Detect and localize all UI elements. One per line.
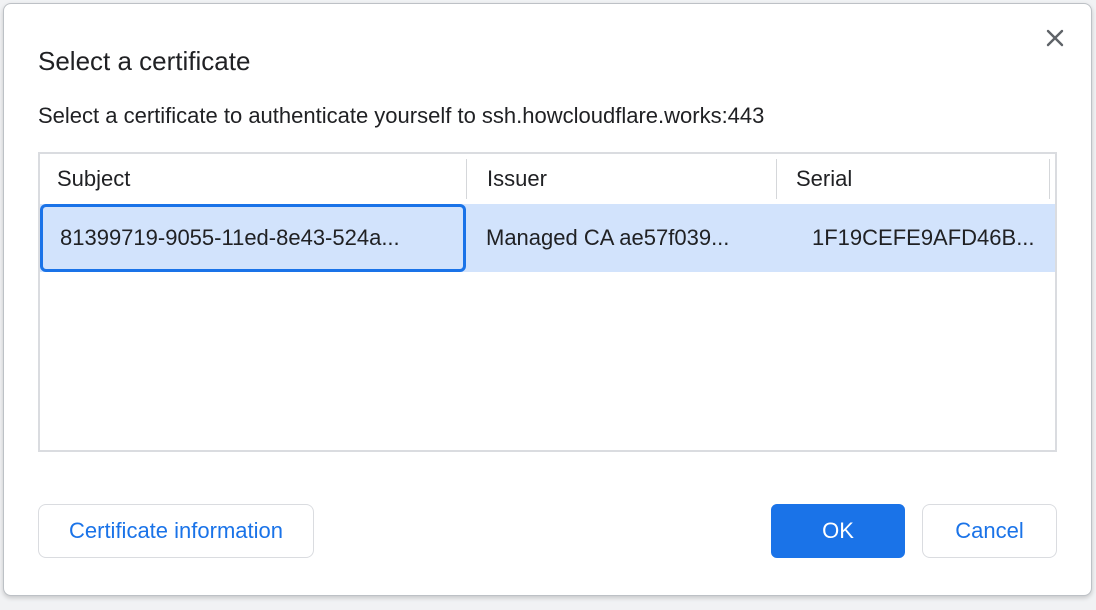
certificate-table: Subject Issuer Serial 81399719-9055-11ed… bbox=[38, 152, 1057, 452]
cell-issuer: Managed CA ae57f039... bbox=[466, 204, 776, 272]
column-header-subject: Subject bbox=[40, 159, 466, 199]
certificate-select-dialog: Select a certificate Select a certificat… bbox=[3, 3, 1092, 596]
cell-serial: 1F19CEFE9AFD46B... bbox=[776, 204, 1055, 272]
dialog-subtitle: Select a certificate to authenticate you… bbox=[38, 102, 1057, 130]
cancel-button[interactable]: Cancel bbox=[922, 504, 1057, 558]
dialog-title: Select a certificate bbox=[38, 44, 1057, 78]
table-row[interactable]: 81399719-9055-11ed-8e43-524a... Managed … bbox=[40, 204, 1055, 272]
table-header-row: Subject Issuer Serial bbox=[40, 154, 1055, 204]
dialog-button-bar: Certificate information OK Cancel bbox=[38, 504, 1057, 558]
column-header-serial: Serial bbox=[776, 159, 1049, 199]
ok-button[interactable]: OK bbox=[771, 504, 905, 558]
ok-cancel-group: OK Cancel bbox=[771, 504, 1057, 558]
column-header-gutter bbox=[1049, 159, 1055, 199]
cell-subject: 81399719-9055-11ed-8e43-524a... bbox=[40, 204, 466, 272]
close-button[interactable] bbox=[1041, 24, 1069, 52]
certificate-information-button[interactable]: Certificate information bbox=[38, 504, 314, 558]
column-header-issuer: Issuer bbox=[466, 159, 776, 199]
close-icon bbox=[1044, 27, 1066, 49]
